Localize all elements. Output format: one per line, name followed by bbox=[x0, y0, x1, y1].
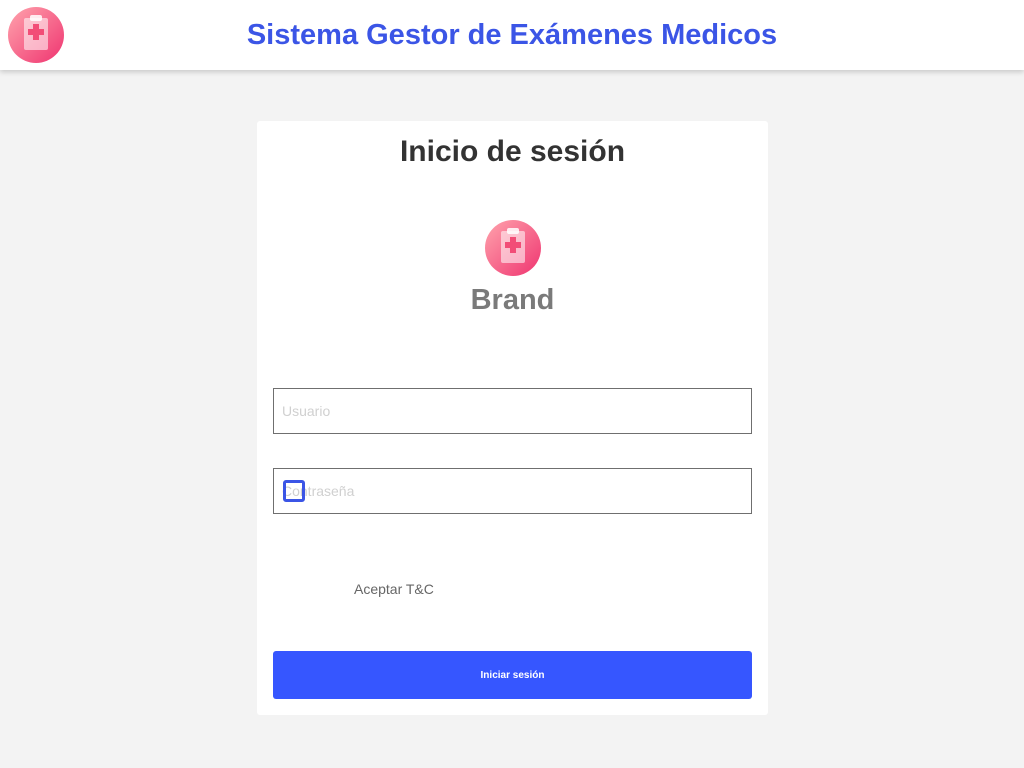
username-input[interactable] bbox=[273, 388, 752, 434]
password-input[interactable] bbox=[273, 468, 752, 514]
login-card: Inicio de sesión Brand Aceptar T&C Inici… bbox=[257, 121, 768, 715]
brand-name: Brand bbox=[470, 284, 555, 316]
app-header: Sistema Gestor de Exámenes Medicos bbox=[0, 0, 1024, 70]
medical-clipboard-icon bbox=[485, 220, 541, 276]
login-button[interactable]: Iniciar sesión bbox=[273, 651, 752, 699]
app-title: Sistema Gestor de Exámenes Medicos bbox=[246, 19, 778, 51]
login-title: Inicio de sesión bbox=[399, 135, 626, 168]
terms-label: Aceptar T&C bbox=[354, 581, 434, 597]
terms-checkbox[interactable] bbox=[283, 480, 305, 502]
